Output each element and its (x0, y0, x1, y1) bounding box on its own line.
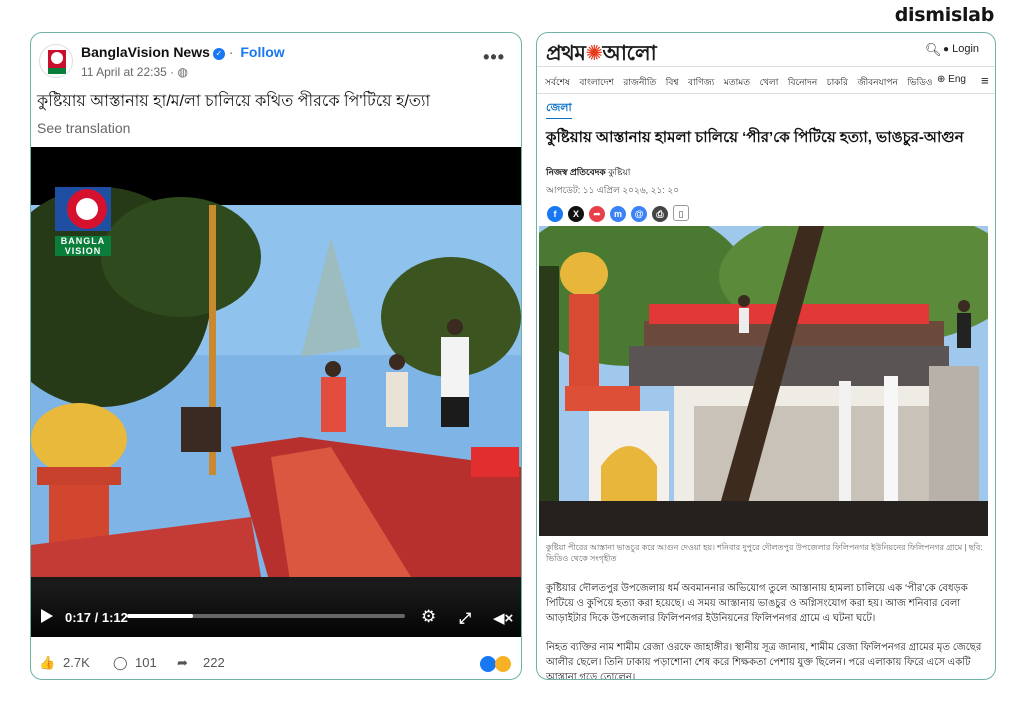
login-button[interactable]: ● Login (943, 43, 979, 55)
shrine-photo (539, 226, 988, 536)
globe-icon: ◍ (177, 65, 188, 79)
article-headline: কুষ্টিয়ায় আস্তানায় হামলা চালিয়ে ‘পীর… (546, 129, 964, 146)
nav-item-latest[interactable]: সর্বশেষ (545, 77, 570, 87)
nav-divider (537, 93, 995, 94)
like-icon[interactable]: 👍 (39, 655, 55, 671)
logo-word-2: আলো (602, 42, 657, 65)
byline: নিজস্ব প্রতিবেদক কুষ্টিয়া (546, 165, 630, 180)
post-caption: কুষ্টিয়ায় আস্তানায় হা/ম/লা চালিয়ে কথ… (37, 93, 431, 110)
fullscreen-icon[interactable]: ⤢ (459, 610, 471, 627)
settings-gear-icon[interactable]: ⚙ (421, 607, 436, 627)
dismislab-logo: dismislab (894, 4, 995, 26)
logo-word-1: প্রথম (546, 42, 586, 65)
header-divider (537, 66, 995, 67)
author-name[interactable]: নিজস্ব প্রতিবেদক (546, 167, 606, 177)
follow-button[interactable]: Follow (240, 44, 284, 60)
share-icon[interactable]: ➦ (589, 206, 605, 222)
reaction-emoji-icons[interactable] (479, 655, 515, 676)
nav-item-business[interactable]: বাণিজ্য (688, 77, 714, 87)
language-label: Eng (948, 74, 966, 85)
page-avatar[interactable] (39, 44, 73, 78)
article-photo[interactable] (539, 226, 988, 536)
page-name[interactable]: BanglaVision News (81, 44, 210, 60)
login-label: Login (952, 43, 980, 55)
author-place: কুষ্টিয়া (608, 167, 631, 177)
post-header: BanglaVision News ✓ · Follow 11 April at … (31, 33, 521, 83)
photo-caption: কুষ্টিয়া পীরের আস্তানা ভাঙচুর করে আগুন … (546, 543, 983, 563)
bookmark-icon[interactable]: ▯ (673, 205, 689, 221)
watermark-line2: VISION (55, 246, 111, 256)
post-timestamp[interactable]: 11 April at 22:35 · (81, 65, 178, 79)
page-name-row: BanglaVision News ✓ · Follow (81, 44, 285, 60)
comments-count[interactable]: 101 (135, 655, 157, 670)
shares-count[interactable]: 222 (203, 655, 225, 670)
article-paragraph-1: কুষ্টিয়ার দৌলতপুর উপজেলায় ধর্ম অবমাননা… (546, 583, 968, 624)
video-timecode: 0:17 / 1:12 (65, 610, 128, 625)
volume-muted-icon[interactable]: ◀× (493, 609, 513, 627)
video-progress-fill (127, 614, 193, 618)
verified-badge-icon: ✓ (212, 48, 225, 60)
share-arrow-icon[interactable]: ➦ (177, 655, 188, 671)
facebook-icon[interactable]: f (547, 206, 563, 222)
globe-icon: ⊕ (937, 74, 946, 85)
see-translation-link[interactable]: See translation (37, 120, 130, 136)
language-switch[interactable]: ⊕ Eng (937, 74, 966, 85)
hamburger-menu-icon[interactable]: ≡ (981, 73, 989, 88)
search-icon[interactable]: 🔍︎ (925, 42, 942, 58)
facebook-post-card: BanglaVision News ✓ · Follow 11 April at … (30, 32, 522, 680)
bangla-vision-watermark: BANGLA VISION (55, 187, 111, 256)
section-tag[interactable]: জেলা (546, 99, 572, 119)
print-icon[interactable]: ⎙ (652, 206, 668, 222)
user-icon: ● (943, 44, 950, 55)
play-icon[interactable] (41, 609, 53, 623)
video-controls: 0:17 / 1:12 ⚙ ⤢ ◀× (31, 587, 521, 637)
separator-dot: · (228, 44, 234, 60)
comment-icon[interactable]: ◯ (113, 655, 128, 671)
video-player[interactable]: BANGLA VISION 0:17 / 1:12 ⚙ ⤢ ◀× (31, 147, 521, 637)
messenger-icon[interactable]: m (610, 206, 626, 222)
logo-sun-icon: ✺ (585, 42, 603, 65)
post-timestamp-row: 11 April at 22:35 · ◍ (81, 65, 188, 79)
nav-item-opinion[interactable]: মতামত (724, 77, 750, 87)
email-icon[interactable]: @ (631, 206, 647, 222)
nav-item-video[interactable]: ভিডিও (907, 77, 932, 87)
watermark-line1: BANGLA (55, 236, 111, 246)
share-bar: f X ➦ m @ ⎙ ▯ (547, 204, 694, 222)
likes-count[interactable]: 2.7K (63, 655, 90, 670)
video-progress-bar[interactable] (127, 614, 405, 618)
reaction-bar: 👍 2.7K ◯ 101 ➦ 222 (31, 651, 521, 679)
article-paragraph-2: নিহত ব্যক্তির নাম শামীম রেজা ওরফে জাহাঙ্… (546, 642, 982, 680)
category-nav: সর্বশেষ বাংলাদেশ রাজনীতি বিশ্ব বাণিজ্য ম… (545, 75, 939, 90)
nav-item-jobs[interactable]: চাকরি (827, 77, 848, 87)
updated-time: আপডেট: ১১ এপ্রিল ২০২৬, ২১: ২০ (546, 185, 680, 195)
more-options-icon[interactable]: ••• (483, 47, 505, 68)
nav-item-politics[interactable]: রাজনীতি (623, 77, 656, 87)
nav-item-world[interactable]: বিশ্ব (666, 77, 679, 87)
news-article-card: প্রথম✺আলো 🔍︎ ● Login সর্বশেষ বাংলাদেশ রা… (536, 32, 996, 680)
nav-item-sports[interactable]: খেলা (760, 77, 779, 87)
nav-item-entertainment[interactable]: বিনোদন (788, 77, 817, 87)
x-icon[interactable]: X (568, 206, 584, 222)
nav-item-bangladesh[interactable]: বাংলাদেশ (579, 77, 613, 87)
nav-item-lifestyle[interactable]: জীবনযাপন (858, 77, 898, 87)
